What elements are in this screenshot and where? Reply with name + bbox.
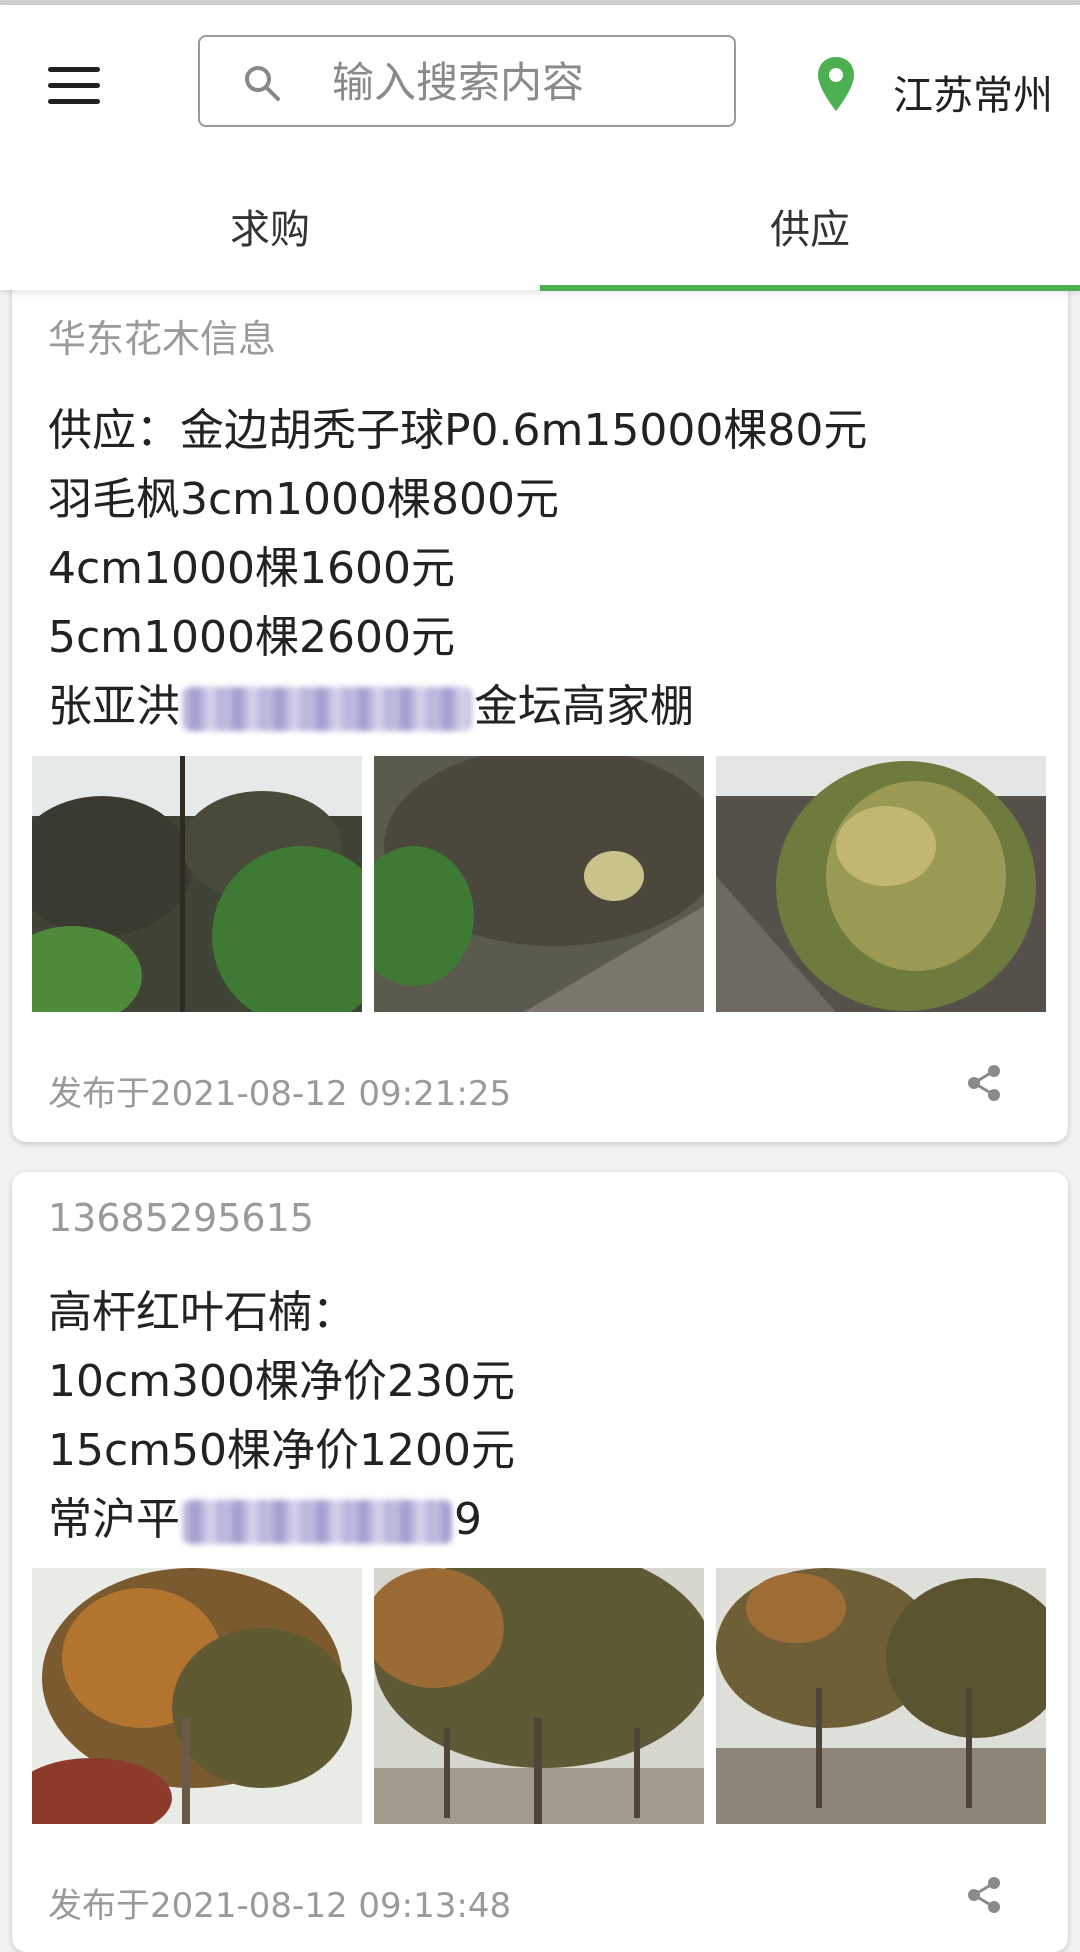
- contact-phone-tail: 9: [454, 1494, 482, 1545]
- share-icon[interactable]: [966, 1876, 1002, 1914]
- post-photo[interactable]: [32, 1568, 362, 1824]
- post-photo[interactable]: [374, 756, 704, 1012]
- post-line: 羽毛枫3cm1000棵800元: [48, 474, 560, 525]
- tab-supply[interactable]: 供应: [540, 197, 1080, 253]
- post-line: 15cm50棵净价1200元: [48, 1425, 516, 1476]
- blurred-phone: [182, 687, 472, 731]
- blurred-phone: [182, 1500, 452, 1544]
- photo-grid: [32, 756, 1048, 1012]
- post-card[interactable]: 华东花木信息 供应：金边胡秃子球P0.6m15000棵80元 羽毛枫3cm100…: [12, 250, 1068, 1142]
- photo-grid: [32, 1568, 1048, 1824]
- share-icon[interactable]: [966, 1064, 1002, 1102]
- search-box[interactable]: [198, 35, 736, 127]
- location-pin-icon[interactable]: [815, 55, 857, 113]
- menu-icon[interactable]: [48, 67, 104, 107]
- search-input[interactable]: [330, 53, 714, 111]
- post-line: 4cm1000棵1600元: [48, 543, 455, 594]
- post-photo[interactable]: [716, 1568, 1046, 1824]
- post-photo[interactable]: [716, 756, 1046, 1012]
- post-line: 5cm1000棵2600元: [48, 612, 455, 663]
- post-line: 高杆红叶石楠：: [48, 1287, 356, 1338]
- post-photo[interactable]: [32, 756, 362, 1012]
- post-card[interactable]: 13685295615 高杆红叶石楠： 10cm300棵净价230元 15cm5…: [12, 1172, 1068, 1952]
- search-icon: [245, 66, 280, 101]
- location-label[interactable]: 江苏常州: [893, 63, 1053, 121]
- post-timestamp: 发布于2021-08-12 09:21:25: [48, 1074, 512, 1114]
- post-contact-line: 常沪平 9: [48, 1485, 1048, 1554]
- contact-location: 金坛高家棚: [474, 681, 694, 732]
- contact-name: 张亚洪: [48, 681, 180, 732]
- tab-buy[interactable]: 求购: [0, 197, 540, 253]
- app-header: 江苏常州 求购 供应: [0, 5, 1080, 291]
- post-line: 供应：金边胡秃子球P0.6m15000棵80元: [48, 405, 868, 456]
- post-author: 华东花木信息: [48, 317, 277, 361]
- post-contact-line: 张亚洪 金坛高家棚: [48, 672, 1048, 741]
- post-photo[interactable]: [374, 1568, 704, 1824]
- post-line: 10cm300棵净价230元: [48, 1356, 516, 1407]
- post-content: 供应：金边胡秃子球P0.6m15000棵80元 羽毛枫3cm1000棵800元 …: [48, 396, 1048, 741]
- post-content: 高杆红叶石楠： 10cm300棵净价230元 15cm50棵净价1200元 常沪…: [48, 1278, 1048, 1554]
- contact-name: 常沪平: [48, 1494, 180, 1545]
- post-author: 13685295615: [48, 1196, 314, 1240]
- active-tab-indicator: [540, 285, 1080, 291]
